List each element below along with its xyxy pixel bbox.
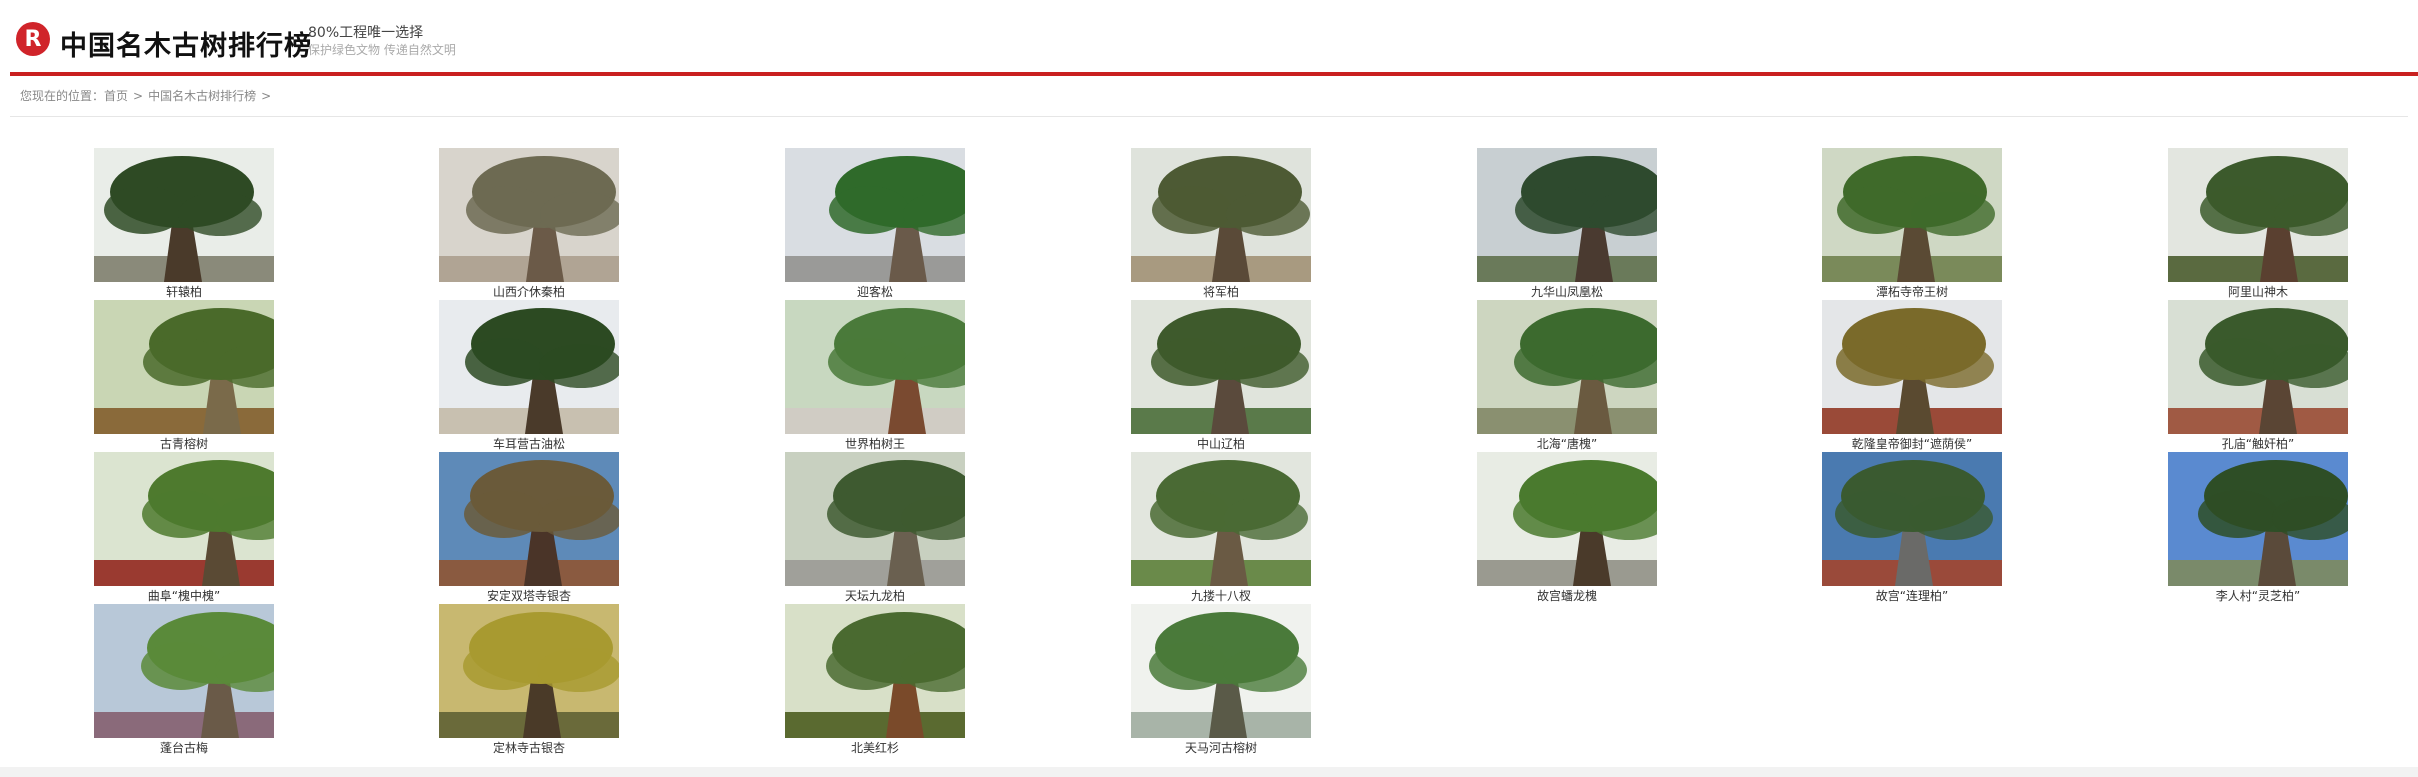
tree-list-item[interactable]: 迎客松: [785, 148, 965, 299]
tree-photo[interactable]: [94, 604, 274, 738]
tree-list-item[interactable]: 九搂十八杈: [1131, 452, 1311, 603]
tree-photo[interactable]: [2168, 148, 2348, 282]
tree-name[interactable]: 潭柘寺帝王树: [1792, 283, 2032, 300]
tree-list-item[interactable]: 天马河古榕树: [1131, 604, 1311, 755]
tree-list-item[interactable]: 将军柏: [1131, 148, 1311, 299]
tree-photo[interactable]: [1822, 452, 2002, 586]
breadcrumb-current-link[interactable]: 中国名木古树排行榜: [148, 89, 256, 103]
tree-photo[interactable]: [439, 452, 619, 586]
tree-list-item[interactable]: 李人村“灵芝柏”: [2168, 452, 2348, 603]
tree-photo[interactable]: [785, 300, 965, 434]
tree-list-item[interactable]: 故宫“连理柏”: [1822, 452, 2002, 603]
tree-name[interactable]: 北美红杉: [755, 739, 995, 756]
tree-name[interactable]: 山西介休秦柏: [409, 283, 649, 300]
logo-icon[interactable]: R: [16, 22, 50, 56]
tree-photo[interactable]: [439, 148, 619, 282]
tree-list-item[interactable]: 曲阜“槐中槐”: [94, 452, 274, 603]
tree-name[interactable]: 阿里山神木: [2138, 283, 2378, 300]
tree-list-item[interactable]: 安定双塔寺银杏: [439, 452, 619, 603]
tree-list-item[interactable]: 九华山凤凰松: [1477, 148, 1657, 299]
tree-name[interactable]: 天坛九龙柏: [755, 587, 995, 604]
tree-photo[interactable]: [785, 604, 965, 738]
tree-photo[interactable]: [2168, 452, 2348, 586]
slogan: 80%工程唯一选择: [308, 25, 424, 41]
tree-photo[interactable]: [1131, 604, 1311, 738]
site-title[interactable]: 中国名木古树排行榜: [60, 24, 312, 63]
site-header: R 中国名木古树排行榜 80%工程唯一选择 保护绿色文物 传递自然文明: [10, 0, 2418, 76]
tree-name[interactable]: 安定双塔寺银杏: [409, 587, 649, 604]
tree-name[interactable]: 九华山凤凰松: [1447, 283, 1687, 300]
tree-photo[interactable]: [1477, 148, 1657, 282]
tree-name[interactable]: 乾隆皇帝御封“遮荫侯”: [1792, 435, 2032, 452]
tree-photo[interactable]: [439, 300, 619, 434]
tree-name[interactable]: 中山辽柏: [1101, 435, 1341, 452]
tree-name[interactable]: 李人村“灵芝柏”: [2138, 587, 2378, 604]
breadcrumb-home-link[interactable]: 首页: [104, 89, 128, 103]
tree-list-item[interactable]: 古青榕树: [94, 300, 274, 451]
breadcrumb-separator: >: [133, 89, 144, 103]
tree-list-item[interactable]: 定林寺古银杏: [439, 604, 619, 755]
tree-name[interactable]: 古青榕树: [64, 435, 304, 452]
tree-name[interactable]: 轩辕柏: [64, 283, 304, 300]
tree-list-item[interactable]: 北美红杉: [785, 604, 965, 755]
tree-photo[interactable]: [785, 452, 965, 586]
tree-photo[interactable]: [94, 452, 274, 586]
breadcrumb: 您现在的位置：首页 > 中国名木古树排行榜 >: [10, 76, 2408, 117]
page-bottom-bar: [0, 767, 2418, 777]
tree-list-item[interactable]: 乾隆皇帝御封“遮荫侯”: [1822, 300, 2002, 451]
tree-photo[interactable]: [1477, 300, 1657, 434]
tree-name[interactable]: 故宫蟠龙槐: [1447, 587, 1687, 604]
tree-list-item[interactable]: 山西介休秦柏: [439, 148, 619, 299]
tree-photo[interactable]: [1477, 452, 1657, 586]
tree-list-item[interactable]: 孔庙“触奸柏”: [2168, 300, 2348, 451]
tree-photo[interactable]: [1822, 148, 2002, 282]
tree-photo[interactable]: [1131, 148, 1311, 282]
tree-photo[interactable]: [2168, 300, 2348, 434]
tree-photo[interactable]: [94, 300, 274, 434]
tree-name[interactable]: 曲阜“槐中槐”: [64, 587, 304, 604]
tree-list-item[interactable]: 故宫蟠龙槐: [1477, 452, 1657, 603]
tree-list-item[interactable]: 天坛九龙柏: [785, 452, 965, 603]
tree-photo[interactable]: [1131, 452, 1311, 586]
logo-letter: R: [24, 26, 42, 52]
tree-list-item[interactable]: 中山辽柏: [1131, 300, 1311, 451]
tree-name[interactable]: 北海“唐槐”: [1447, 435, 1687, 452]
tree-photo[interactable]: [94, 148, 274, 282]
tree-list-item[interactable]: 潭柘寺帝王树: [1822, 148, 2002, 299]
tree-name[interactable]: 世界柏树王: [755, 435, 995, 452]
tree-name[interactable]: 故宫“连理柏”: [1792, 587, 2032, 604]
tree-list-item[interactable]: 北海“唐槐”: [1477, 300, 1657, 451]
tree-name[interactable]: 将军柏: [1101, 283, 1341, 300]
tree-name[interactable]: 定林寺古银杏: [409, 739, 649, 756]
tree-name[interactable]: 迎客松: [755, 283, 995, 300]
tree-photo[interactable]: [1131, 300, 1311, 434]
tree-name[interactable]: 孔庙“触奸柏”: [2138, 435, 2378, 452]
tree-list-item[interactable]: 世界柏树王: [785, 300, 965, 451]
tree-list-item[interactable]: 蓬台古梅: [94, 604, 274, 755]
tree-list-item[interactable]: 车耳营古油松: [439, 300, 619, 451]
tree-photo[interactable]: [439, 604, 619, 738]
tree-list-item[interactable]: 阿里山神木: [2168, 148, 2348, 299]
tree-name[interactable]: 蓬台古梅: [64, 739, 304, 756]
tree-name[interactable]: 九搂十八杈: [1101, 587, 1341, 604]
tree-photo[interactable]: [785, 148, 965, 282]
tree-name[interactable]: 车耳营古油松: [409, 435, 649, 452]
tree-list-item[interactable]: 轩辕柏: [94, 148, 274, 299]
breadcrumb-separator: >: [261, 89, 272, 103]
breadcrumb-prefix: 您现在的位置：: [20, 89, 105, 103]
tree-name[interactable]: 天马河古榕树: [1101, 739, 1341, 756]
tree-photo[interactable]: [1822, 300, 2002, 434]
slogan-subtitle: 保护绿色文物 传递自然文明: [308, 43, 456, 57]
